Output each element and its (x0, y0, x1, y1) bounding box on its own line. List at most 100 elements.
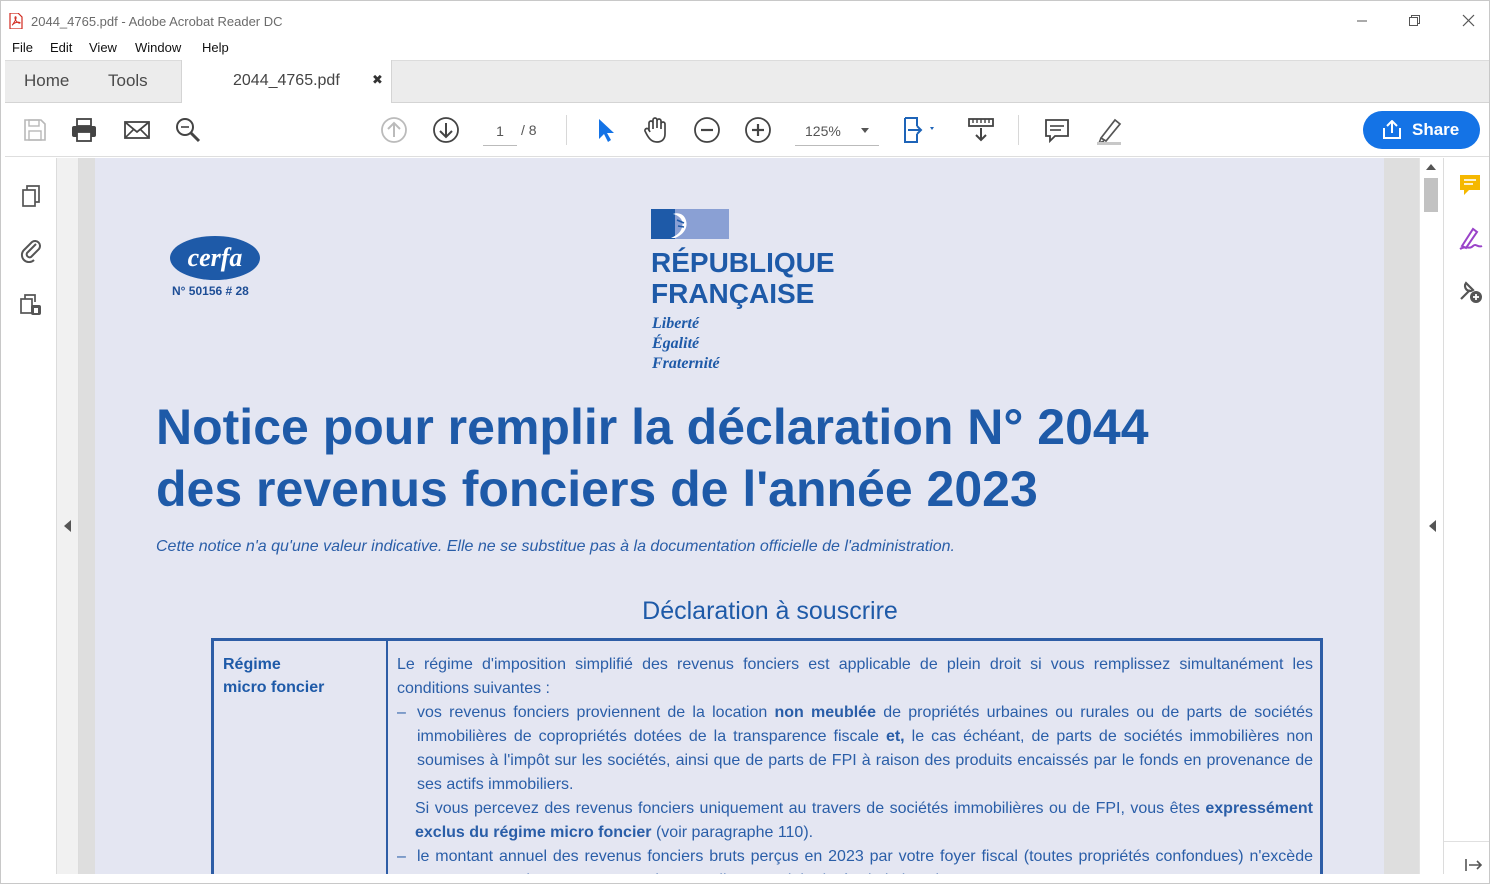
zoom-select[interactable]: 125% (795, 120, 879, 146)
previous-page-button[interactable] (378, 114, 410, 146)
chevron-left-icon (64, 520, 71, 532)
devise-fraternite: Fraternité (652, 355, 720, 372)
document-properties-button[interactable] (17, 291, 45, 319)
marianne-logo (651, 209, 729, 239)
highlight-pen-icon (1097, 118, 1122, 145)
window-bottom-edge (1, 874, 1489, 883)
zoom-in-icon (745, 117, 771, 143)
fit-page-button[interactable] (899, 114, 934, 146)
zoom-out-button[interactable] (691, 114, 723, 146)
right-panel-toggle[interactable] (1423, 158, 1441, 874)
zoom-in-button[interactable] (742, 114, 774, 146)
comment-button[interactable] (1041, 114, 1073, 146)
email-button[interactable] (121, 114, 153, 146)
select-tool-button[interactable] (589, 114, 621, 146)
save-icon (24, 119, 46, 141)
toolbar: 1 / 8 125% Share (5, 103, 1489, 157)
document-viewer[interactable]: cerfa N° 50156 # 28 RÉPUBLIQUE FRANÇAISE… (79, 158, 1419, 874)
republique-line: RÉPUBLIQUE (651, 247, 835, 278)
page-number-input[interactable]: 1 (483, 120, 517, 146)
print-button[interactable] (68, 114, 100, 146)
para2-text-a: Si vous percevez des revenus fonciers un… (415, 800, 1206, 817)
print-icon (72, 118, 96, 142)
select-arrow-icon (599, 119, 614, 142)
document-properties-icon (20, 294, 41, 315)
tab-home[interactable]: Home (24, 71, 69, 91)
share-label: Share (1412, 120, 1460, 139)
regime-table: Régime micro foncier Le régime d'imposit… (211, 638, 1323, 874)
page-thumbnails-icon (22, 185, 40, 207)
cerfa-logo: cerfa (170, 236, 260, 280)
bullet1-bold-a: non meublée (774, 704, 876, 721)
bullet-dash: – (397, 704, 406, 721)
regime-intro: Le régime d'imposition simplifié des rev… (397, 656, 1313, 697)
menu-help[interactable]: Help (202, 40, 229, 55)
close-tab-icon[interactable]: ✖ (372, 73, 383, 88)
minimize-icon (1357, 20, 1367, 22)
menu-edit[interactable]: Edit (50, 40, 72, 55)
comment-tool-icon (1460, 175, 1480, 195)
section-heading: Déclaration à souscrire (642, 597, 898, 625)
tab-tools[interactable]: Tools (108, 71, 148, 91)
comment-icon (1045, 119, 1069, 144)
regime-label-line2: micro foncier (223, 679, 325, 696)
devise: Liberté Égalité Fraternité (652, 314, 720, 374)
bullet2-text: le montant annuel des revenus fonciers b… (417, 848, 1313, 874)
minimize-button[interactable] (1349, 9, 1377, 31)
highlight-button[interactable] (1093, 114, 1125, 146)
menu-window[interactable]: Window (135, 40, 181, 55)
collapse-panel-icon[interactable] (1464, 858, 1484, 872)
republique-francaise-wordmark: RÉPUBLIQUE FRANÇAISE (651, 247, 835, 309)
email-icon (124, 121, 150, 139)
bullet1-bold-b: et, (885, 728, 905, 745)
attachments-button[interactable] (17, 235, 45, 264)
zoom-out-icon (694, 117, 720, 143)
page-total: / 8 (521, 122, 537, 138)
title-bar: 2044_4765.pdf - Adobe Acrobat Reader DC (1, 1, 1489, 37)
hand-tool-icon (644, 117, 666, 143)
attachments-icon (20, 240, 41, 264)
notice-disclaimer: Cette notice n'a qu'une valeur indicativ… (156, 538, 955, 555)
menu-bar: File Edit View Window Help (1, 37, 1489, 59)
comment-tool-button[interactable] (1456, 171, 1484, 199)
table-divider (386, 641, 388, 874)
next-page-button[interactable] (430, 114, 462, 146)
menu-view[interactable]: View (89, 40, 117, 55)
left-panel-toggle[interactable] (57, 158, 79, 874)
devise-liberte: Liberté (652, 315, 700, 332)
condition-bullet-2: – le montant annuel des revenus fonciers … (397, 845, 1313, 874)
cerfa-logo-text: cerfa (188, 243, 243, 272)
pdf-page: cerfa N° 50156 # 28 RÉPUBLIQUE FRANÇAISE… (95, 158, 1384, 874)
toolbar-separator (1018, 115, 1019, 145)
left-navigation-rail (5, 158, 57, 874)
chevron-left-icon (1429, 520, 1436, 532)
more-tools-button[interactable] (1456, 277, 1484, 305)
scrolling-mode-button[interactable] (965, 114, 997, 146)
find-button[interactable] (172, 114, 204, 146)
francaise-line: FRANÇAISE (651, 278, 815, 309)
exclusion-paragraph: Si vous percevez des revenus fonciers un… (397, 797, 1313, 845)
hand-tool-button[interactable] (640, 114, 672, 146)
share-icon (1383, 120, 1401, 139)
next-page-icon (433, 117, 459, 143)
fill-sign-icon (1459, 227, 1483, 250)
restore-button[interactable] (1401, 9, 1429, 31)
regime-label-line1: Régime (223, 656, 281, 673)
fit-page-icon (904, 117, 934, 143)
close-window-button[interactable] (1455, 9, 1483, 31)
restore-icon (1409, 15, 1420, 26)
cerfa-number: N° 50156 # 28 (172, 284, 249, 298)
rail-divider (1444, 841, 1489, 842)
save-button[interactable] (19, 114, 51, 146)
tab-bar: Home Tools 2044_4765.pdf ✖ (5, 60, 1489, 104)
regime-description: Le régime d'imposition simplifié des rev… (397, 653, 1313, 874)
share-button[interactable]: Share (1363, 111, 1480, 149)
tab-document[interactable]: 2044_4765.pdf ✖ (181, 60, 392, 104)
fill-sign-button[interactable] (1456, 224, 1484, 252)
chevron-down-icon (861, 128, 869, 133)
acrobat-pdf-icon (9, 13, 23, 29)
devise-egalite: Égalité (652, 335, 700, 352)
page-thumbnails-button[interactable] (17, 182, 45, 210)
menu-file[interactable]: File (12, 40, 33, 55)
close-icon (1462, 14, 1475, 27)
